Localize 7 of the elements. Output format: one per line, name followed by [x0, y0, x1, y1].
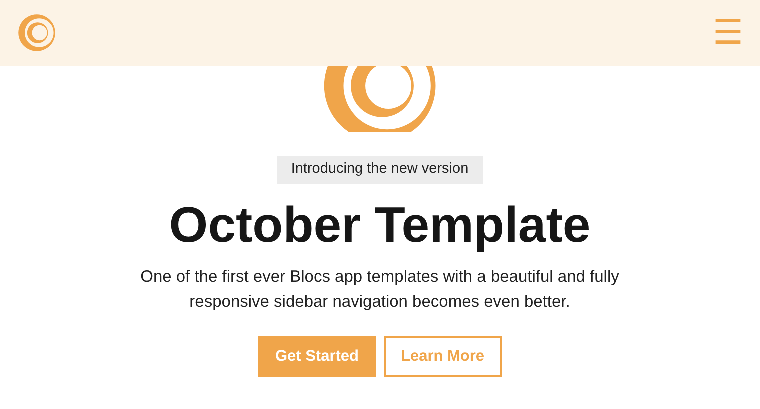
hero-description: One of the first ever Blocs app templates with a beautiful and fully responsive sidebar navigation becomes even better.	[140, 266, 620, 314]
get-started-button[interactable]: Get Started	[258, 336, 376, 378]
learn-more-button[interactable]: Learn More	[384, 336, 502, 378]
menu-button[interactable]: ☰	[713, 16, 743, 50]
hero-title: October Template	[168, 198, 592, 253]
version-tag: Introducing the new version	[277, 156, 483, 184]
logo-icon[interactable]	[17, 12, 57, 54]
